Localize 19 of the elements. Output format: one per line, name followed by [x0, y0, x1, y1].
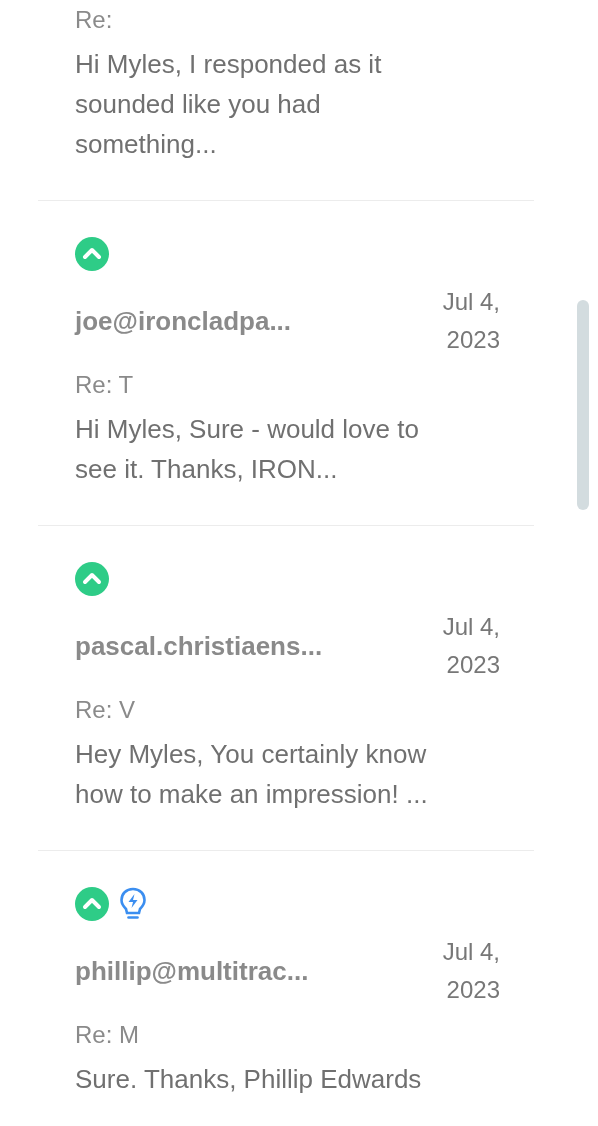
upvote-icon	[75, 562, 109, 596]
message-subject: Re: T	[75, 370, 135, 400]
message-subject: Re: M	[75, 1020, 140, 1050]
lightbulb-icon	[119, 887, 147, 921]
message-preview: Hi Myles, I responded as it sounded like you had something...	[75, 48, 383, 161]
message-date: Jul 4, 2023	[441, 937, 500, 1005]
message-date: Jul 4, 2023	[441, 287, 500, 355]
upvote-icon	[75, 237, 109, 271]
message-preview: Hi Myles, Sure - would love to see it. Thanks, IRON...	[75, 413, 420, 486]
message-subject: Re:	[75, 5, 114, 35]
upvote-icon	[75, 887, 109, 921]
message-subject: Re: V	[75, 695, 137, 725]
message-preview: Sure. Thanks, Phillip Edwards	[75, 1063, 423, 1096]
message-preview: Hey Myles, You certainly know how to make an impression! ...	[75, 738, 429, 811]
sender-email: joe@ironcladpa...	[75, 305, 292, 337]
scrollbar[interactable]	[577, 300, 589, 510]
sender-email: pascal.christiaens...	[75, 630, 323, 662]
message-date: Jul 4, 2023	[441, 612, 500, 680]
sender-email: phillip@multitrac...	[75, 955, 309, 987]
